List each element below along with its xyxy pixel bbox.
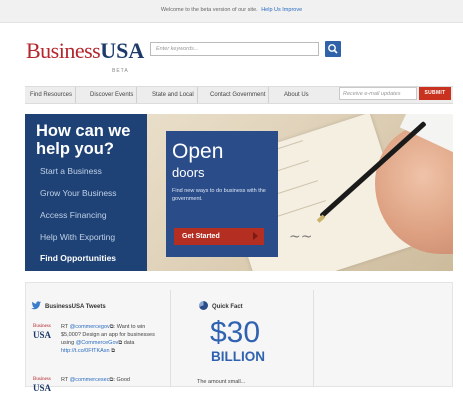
get-started-button[interactable]: Get Started — [174, 228, 264, 245]
tweet-avatar-usa: USA — [33, 330, 52, 340]
search-input[interactable]: Enter keywords... — [150, 42, 319, 56]
search-button[interactable] — [325, 41, 341, 57]
tweet-handle-link[interactable]: @CommerceGov — [76, 340, 119, 346]
arrow-right-icon — [253, 232, 258, 240]
search-icon — [328, 44, 338, 54]
tweet-prefix: RT — [61, 324, 70, 330]
tweet-handle-link[interactable]: @commercegov — [70, 324, 110, 330]
tweet-avatar: Business USA — [33, 376, 52, 393]
feature-description: Find new ways to do business with the go… — [172, 188, 266, 202]
email-submit-button[interactable]: SUBMIT — [419, 87, 451, 100]
menu-item-start-business[interactable]: Start a Business — [40, 166, 102, 176]
help-menu-title: How can we help you? — [36, 122, 131, 158]
nav-find-resources[interactable]: Find Resources — [27, 87, 77, 103]
tweet-text: RT @commercesec⧉: Good — [61, 376, 161, 384]
column-divider — [313, 290, 314, 387]
nav-discover-events[interactable]: Discover Events — [87, 87, 138, 103]
quick-fact-amount: $30 — [210, 316, 261, 349]
menu-item-grow-business[interactable]: Grow Your Business — [40, 188, 117, 198]
feature-panel: Open doors Find new ways to do business … — [166, 131, 278, 257]
email-updates-input[interactable]: Receive e-mail updates — [339, 87, 417, 100]
tweet-prefix: RT — [61, 377, 70, 383]
nav-about-us[interactable]: About Us — [281, 87, 312, 103]
menu-item-access-financing[interactable]: Access Financing — [40, 210, 107, 220]
tweet-avatar-usa: USA — [33, 383, 52, 393]
menu-item-help-exporting[interactable]: Help With Exporting — [40, 232, 115, 242]
feature-title: Open — [172, 140, 224, 163]
quick-fact-title: Quick Fact — [212, 304, 243, 310]
logo-business-text: Business — [26, 38, 101, 63]
twitter-bird-icon — [31, 301, 42, 310]
businessusa-logo[interactable]: BusinessUSA BETA — [26, 38, 144, 75]
tweet-body: data — [122, 340, 135, 346]
nav-state-and-local[interactable]: State and Local — [149, 87, 198, 103]
help-menu-panel: How can we help you? Start a Business Gr… — [25, 114, 147, 271]
help-us-improve-link[interactable]: Help Us Improve — [261, 7, 302, 13]
quick-fact-unit: BILLION — [211, 349, 265, 364]
tweet-url-link[interactable]: http://t.co/0FfTKAsn — [61, 348, 110, 354]
logo-beta-tag: BETA — [112, 68, 129, 74]
tweet-text: RT @commercegov⧉: Want to win $5,000? De… — [61, 323, 161, 355]
quick-fact-description: The amount small... — [197, 379, 246, 385]
tweet-avatar: Business USA — [33, 323, 52, 340]
beta-message: Welcome to the beta version of our site. — [160, 7, 258, 13]
quick-fact-pie-icon — [199, 301, 208, 310]
get-started-label: Get Started — [182, 233, 220, 240]
tweet-body: : Good — [113, 377, 130, 383]
nav-contact-government[interactable]: Contact Government — [207, 87, 270, 103]
beta-notice-bar: Welcome to the beta version of our site.… — [0, 0, 463, 23]
feature-subtitle: doors — [172, 165, 205, 180]
column-divider — [170, 290, 171, 387]
tweets-title: BusinessUSA Tweets — [45, 304, 106, 310]
external-link-icon: ⧉ — [111, 348, 116, 354]
hero-signature-graphic: ~~ — [289, 229, 313, 245]
menu-item-find-opportunities[interactable]: Find Opportunities — [40, 253, 116, 263]
tweet-handle-link[interactable]: @commercesec — [70, 377, 110, 383]
